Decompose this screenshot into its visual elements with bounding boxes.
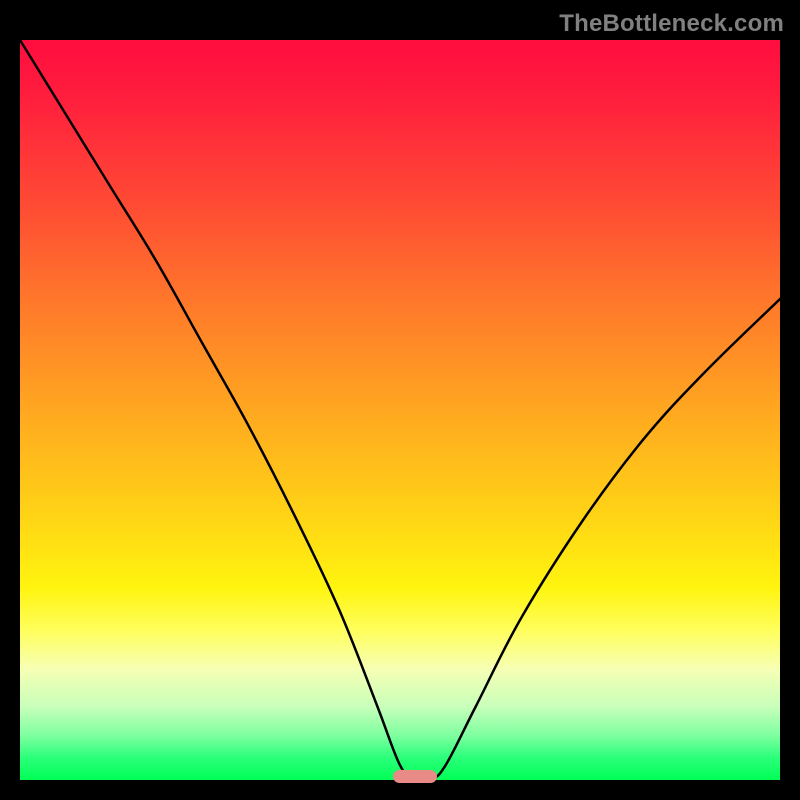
minimum-marker [393, 770, 437, 783]
watermark-text: TheBottleneck.com [559, 10, 784, 38]
plot-area [20, 40, 780, 780]
chart-frame: TheBottleneck.com [0, 0, 800, 800]
bottleneck-curve [20, 40, 780, 780]
